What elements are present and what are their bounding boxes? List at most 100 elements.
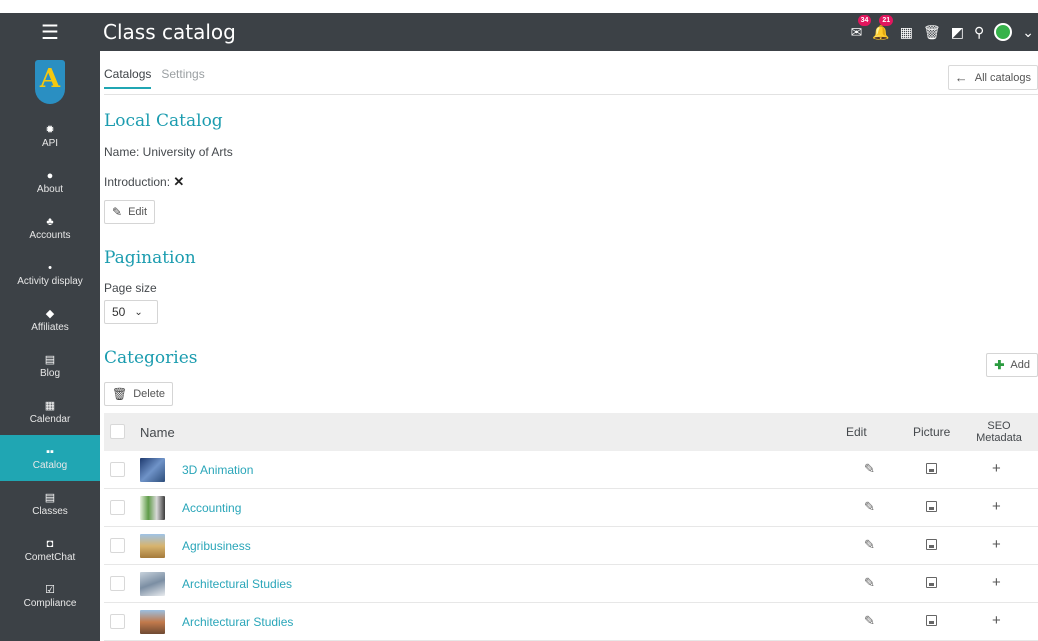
pencil-icon[interactable]: ✎ [864, 613, 875, 629]
table-row: Architecturar Studies ✎ + [104, 603, 1038, 641]
chevron-down-icon[interactable]: ⌄ [1022, 24, 1034, 41]
local-catalog-title: Local Catalog [104, 111, 223, 131]
close-icon: ✕ [173, 174, 185, 189]
sidebar-item-catalog[interactable]: ▪▪ Catalog [0, 435, 100, 481]
table-header: Name Edit Picture SEO Metadata [104, 413, 1038, 451]
tab-settings[interactable]: Settings [161, 67, 204, 89]
tab-catalogs[interactable]: Catalogs [104, 67, 152, 89]
sidebar-item-affiliates[interactable]: ◆ Affiliates [0, 297, 100, 343]
grid-icon: ▪▪ [46, 445, 54, 458]
edit-button[interactable]: ✎ Edit [104, 200, 156, 224]
add-category-button[interactable]: ✚ Add [986, 353, 1038, 377]
row-checkbox[interactable] [110, 576, 125, 591]
edit-label: Edit [128, 206, 148, 218]
help-icon[interactable]: ◩ [951, 24, 964, 41]
handshake-icon: ◆ [45, 307, 55, 320]
pencil-icon[interactable]: ✎ [864, 499, 875, 515]
info-icon: ● [46, 169, 54, 182]
tabs-divider [104, 94, 1038, 95]
category-name-link[interactable]: Architecturar Studies [182, 615, 293, 629]
category-thumbnail [140, 610, 165, 634]
pencil-icon[interactable]: ✎ [864, 537, 875, 553]
category-thumbnail [140, 496, 165, 520]
row-checkbox[interactable] [110, 500, 125, 515]
top-toolbar: ✉ 34 🔔 21 ▦ 🗑 ◩ ⚲ ⌄ [851, 13, 1034, 51]
logo-letter: A [39, 64, 61, 94]
sidebar-item-compliance[interactable]: ☑ Compliance [0, 573, 100, 619]
plus-icon[interactable]: + [992, 460, 1001, 477]
sidebar-item-label: CometChat [24, 551, 76, 563]
blog-icon: ▤ [44, 353, 56, 366]
calendar-icon[interactable]: ▦ [900, 24, 913, 41]
user-avatar-icon[interactable] [994, 23, 1013, 41]
picture-icon[interactable] [926, 463, 937, 474]
category-thumbnail [140, 572, 165, 596]
hamburger-icon[interactable]: ☰ [0, 13, 100, 51]
delete-label: Delete [133, 388, 166, 400]
sidebar-item-label: Classes [32, 505, 68, 517]
classes-icon: ▤ [44, 491, 56, 504]
table-row: Agribusiness ✎ + [104, 527, 1038, 565]
categories-title: Categories [104, 348, 198, 368]
picture-icon[interactable] [926, 615, 937, 626]
sidebar-item-label: Compliance [23, 597, 77, 609]
plus-icon[interactable]: + [992, 574, 1001, 591]
category-thumbnail [140, 534, 165, 558]
search-icon[interactable]: ⚲ [974, 24, 984, 41]
tab-bar: Catalogs Settings [104, 67, 205, 89]
plus-icon[interactable]: + [992, 612, 1001, 629]
all-catalogs-label: All catalogs [974, 71, 1031, 84]
messages-icon[interactable]: ✉ 34 [851, 14, 872, 41]
dot-icon: • [48, 261, 52, 274]
app-window: ☰ Class catalog ✉ 34 🔔 21 ▦ 🗑 ◩ ⚲ ⌄ A ✹ API… [0, 0, 1038, 641]
sidebar-item-label: Blog [39, 367, 60, 379]
main-content: Catalogs Settings ← All catalogs Local C… [100, 51, 1038, 641]
messages-badge: 34 [857, 14, 872, 26]
sidebar-item-cometchat[interactable]: ◘ CometChat [0, 527, 100, 573]
sidebar-item-activity-display[interactable]: • Activity display [0, 251, 100, 297]
plus-icon[interactable]: + [992, 498, 1001, 515]
checklist-icon: ☑ [45, 583, 55, 596]
sidebar: A ✹ API ● About ♣ Accounts • Activity displa… [0, 51, 100, 641]
sidebar-item-calendar[interactable]: ▦ Calendar [0, 389, 100, 435]
category-name-link[interactable]: Agribusiness [182, 539, 251, 553]
users-icon: ♣ [46, 215, 54, 228]
notifications-badge: 21 [879, 14, 894, 26]
pencil-icon[interactable]: ✎ [864, 461, 875, 477]
sidebar-item-label: Activity display [17, 275, 83, 287]
logo[interactable]: A [0, 51, 100, 113]
sidebar-item-accounts[interactable]: ♣ Accounts [0, 205, 100, 251]
sidebar-item-blog[interactable]: ▤ Blog [0, 343, 100, 389]
all-catalogs-button[interactable]: ← All catalogs [947, 65, 1038, 90]
introduction-line: Introduction: ✕ [104, 174, 184, 190]
row-checkbox[interactable] [110, 614, 125, 629]
table-row: Accounting ✎ + [104, 489, 1038, 527]
trash-icon[interactable]: 🗑 [923, 24, 941, 41]
select-all-checkbox[interactable] [110, 424, 125, 439]
delete-button[interactable]: 🗑 Delete [104, 382, 174, 406]
plus-icon[interactable]: + [992, 536, 1001, 553]
sidebar-item-label: Accounts [29, 229, 71, 241]
picture-icon[interactable] [926, 539, 937, 550]
category-name-link[interactable]: Accounting [182, 501, 241, 515]
column-picture: Picture [913, 425, 951, 439]
row-checkbox[interactable] [110, 538, 125, 553]
category-name-link[interactable]: Architectural Studies [182, 577, 292, 591]
pencil-icon: ✎ [112, 205, 123, 219]
column-name[interactable]: Name [140, 425, 175, 440]
row-checkbox[interactable] [110, 462, 125, 477]
sidebar-item-classes[interactable]: ▤ Classes [0, 481, 100, 527]
page-size-select[interactable]: 50 ⌄ [104, 300, 158, 324]
picture-icon[interactable] [926, 577, 937, 588]
pencil-icon[interactable]: ✎ [864, 575, 875, 591]
sidebar-item-about[interactable]: ● About [0, 159, 100, 205]
category-name-link[interactable]: 3D Animation [182, 463, 253, 477]
introduction-label: Introduction: [104, 175, 171, 189]
notifications-icon[interactable]: 🔔 21 [872, 14, 894, 41]
top-bar: ☰ Class catalog ✉ 34 🔔 21 ▦ 🗑 ◩ ⚲ ⌄ [0, 13, 1038, 51]
catalog-name: Name: University of Arts [104, 145, 233, 159]
add-label: Add [1010, 359, 1030, 371]
picture-icon[interactable] [926, 501, 937, 512]
sidebar-item-api[interactable]: ✹ API [0, 113, 100, 159]
categories-table: Name Edit Picture SEO Metadata 3D Animat… [104, 413, 1038, 641]
